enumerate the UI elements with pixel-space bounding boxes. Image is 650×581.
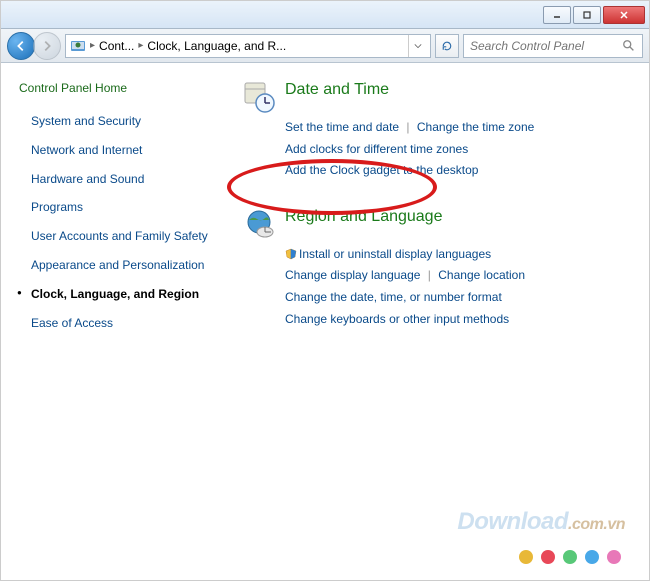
breadcrumb-item[interactable]: Clock, Language, and R... xyxy=(147,39,286,53)
search-icon xyxy=(622,39,636,53)
sidebar-item-programs[interactable]: Programs xyxy=(19,199,215,216)
search-input[interactable] xyxy=(470,39,622,53)
link-add-clock-gadget[interactable]: Add the Clock gadget to the desktop xyxy=(285,163,478,177)
sidebar-item-clock-language-region[interactable]: Clock, Language, and Region xyxy=(19,286,215,303)
back-button[interactable] xyxy=(7,32,35,60)
refresh-button[interactable] xyxy=(435,34,459,58)
search-box[interactable] xyxy=(463,34,643,58)
date-time-heading[interactable]: Date and Time xyxy=(285,81,389,99)
dot xyxy=(563,550,577,564)
link-set-time-date[interactable]: Set the time and date xyxy=(285,120,399,134)
sidebar-item-system-security[interactable]: System and Security xyxy=(19,113,215,130)
dot xyxy=(519,550,533,564)
sidebar-item-network[interactable]: Network and Internet xyxy=(19,142,215,159)
clock-icon xyxy=(243,81,275,113)
sidebar: Control Panel Home System and Security N… xyxy=(1,63,223,580)
dot xyxy=(607,550,621,564)
control-panel-home-link[interactable]: Control Panel Home xyxy=(19,81,215,95)
maximize-button[interactable] xyxy=(573,6,601,24)
link-change-date-format[interactable]: Change the date, time, or number format xyxy=(285,290,502,304)
navigation-bar: ▸ Cont... ▸ Clock, Language, and R... xyxy=(1,29,649,63)
close-button[interactable] xyxy=(603,6,645,24)
link-add-clocks[interactable]: Add clocks for different time zones xyxy=(285,142,468,156)
link-change-location[interactable]: Change location xyxy=(438,268,525,282)
dot xyxy=(585,550,599,564)
control-panel-icon xyxy=(70,38,86,54)
region-language-heading[interactable]: Region and Language xyxy=(285,208,442,226)
link-change-keyboards[interactable]: Change keyboards or other input methods xyxy=(285,312,509,326)
section-region-language: Region and Language Install or uninstall… xyxy=(243,208,629,330)
breadcrumb-sep-icon: ▸ xyxy=(90,40,95,51)
shield-icon xyxy=(285,248,297,260)
sidebar-item-appearance[interactable]: Appearance and Personalization xyxy=(19,257,215,274)
link-change-display-language[interactable]: Change display language xyxy=(285,268,420,282)
forward-button[interactable] xyxy=(33,32,61,60)
link-divider: | xyxy=(428,268,431,282)
section-date-time: Date and Time Set the time and date | Ch… xyxy=(243,81,629,182)
link-divider: | xyxy=(406,120,409,134)
address-dropdown[interactable] xyxy=(408,35,426,57)
sidebar-item-ease-of-access[interactable]: Ease of Access xyxy=(19,315,215,332)
minimize-button[interactable] xyxy=(543,6,571,24)
address-bar[interactable]: ▸ Cont... ▸ Clock, Language, and R... xyxy=(65,34,431,58)
breadcrumb-item[interactable]: Cont... xyxy=(99,39,134,53)
dot xyxy=(541,550,555,564)
main-panel: Date and Time Set the time and date | Ch… xyxy=(223,63,649,580)
watermark-dots xyxy=(519,550,621,564)
window-titlebar xyxy=(1,1,649,29)
link-install-uninstall-languages[interactable]: Install or uninstall display languages xyxy=(299,247,491,261)
breadcrumb-sep-icon: ▸ xyxy=(138,40,143,51)
sidebar-item-hardware[interactable]: Hardware and Sound xyxy=(19,171,215,188)
sidebar-item-user-accounts[interactable]: User Accounts and Family Safety xyxy=(19,228,215,245)
globe-icon xyxy=(243,208,275,240)
link-change-time-zone[interactable]: Change the time zone xyxy=(417,120,534,134)
content-area: Control Panel Home System and Security N… xyxy=(1,63,649,580)
